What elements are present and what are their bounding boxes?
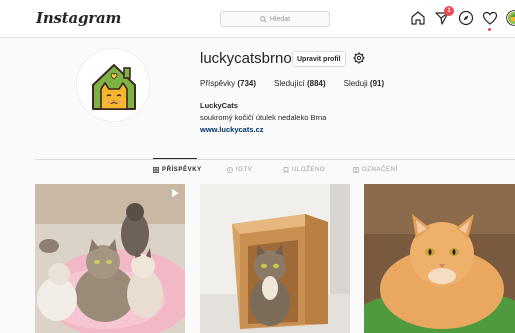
profile-avatar-icon[interactable] [506,10,515,26]
following-stat[interactable]: Sleduji (91) [344,79,384,88]
luckycats-logo [77,49,149,121]
active-tab-indicator [153,158,197,159]
grid-icon [153,167,159,173]
post-cat-in-box[interactable] [200,184,350,333]
igtv-icon [227,167,233,173]
profile-stats: Příspěvky (734) Sledující (884) Sleduji … [200,79,384,88]
followers-label: Sledující [274,79,305,88]
edit-profile-button[interactable]: Upravit profil [292,51,346,67]
search-icon [260,15,267,23]
profile-bio: soukromý kočičí útulek nedaleko Brna [200,113,327,122]
followers-stat[interactable]: Sledující (884) [274,79,326,88]
explore-compass-icon[interactable] [458,10,474,26]
instagram-logo[interactable]: Instagram [36,9,121,27]
tab-igtv-label: IGTV [236,167,253,173]
tab-igtv[interactable]: IGTV [227,167,252,173]
following-label: Sleduji [343,79,368,88]
profile-picture[interactable] [76,48,150,122]
search-input[interactable]: Hledat [220,11,330,27]
tab-tagged[interactable]: OZNAČENÍ [353,167,398,173]
following-count: (91) [369,79,385,88]
tab-saved-label: ULOŽENO [292,167,326,173]
direct-messages-icon[interactable]: 1 [434,6,454,26]
activity-dot [488,28,491,31]
tag-icon [353,167,359,173]
posts-count: (734) [237,79,257,88]
profile-website-link[interactable]: www.luckycats.cz [200,125,264,134]
tab-saved[interactable]: ULOŽENO [283,167,325,173]
activity-heart-icon[interactable] [482,10,498,31]
bookmark-icon [283,167,289,173]
cat-in-box-photo [200,184,350,333]
top-navigation-bar: Instagram Hledat 1 [0,0,515,38]
tab-posts-label: PŘÍSPĚVKY [162,167,202,173]
search-placeholder: Hledat [269,15,291,23]
orange-cat-photo [364,184,515,333]
profile-username: luckycatsbrno [200,50,292,67]
settings-gear-icon[interactable] [353,52,365,64]
post-cats-on-pink-blanket[interactable] [35,184,185,333]
tab-posts[interactable]: PŘÍSPĚVKY [153,167,202,173]
multiple-posts-icon [172,189,179,197]
posts-stat[interactable]: Příspěvky (734) [200,79,256,88]
profile-full-name: LuckyCats [200,101,238,110]
tabs-divider [35,159,515,160]
followers-count: (884) [306,79,326,88]
cats-on-pink-blanket-photo [35,184,185,333]
posts-label: Příspěvky [200,79,236,88]
tab-tagged-label: OZNAČENÍ [362,167,398,173]
notification-badge: 1 [444,6,454,16]
post-orange-cat[interactable] [364,184,515,333]
nav-icons: 1 [410,6,515,31]
home-icon[interactable] [410,10,426,26]
